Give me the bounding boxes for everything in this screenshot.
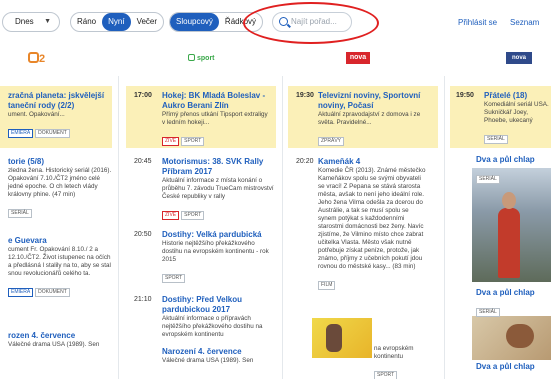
program-thumbnail[interactable]	[472, 168, 551, 282]
login-link[interactable]: Přihlásit se	[458, 18, 497, 27]
program-desc: Válečné drama USA (1989). Sen	[8, 341, 100, 348]
program-title: Hokej: BK Mladá Boleslav - Aukro Berani …	[162, 91, 266, 110]
program-desc: Válečné drama USA (1989). Sen	[162, 357, 254, 364]
search-placeholder: Najít pořad...	[291, 17, 337, 26]
tag-premiere: EMIÉRA	[8, 288, 34, 297]
program-thumbnail[interactable]	[312, 318, 372, 358]
program-desc: Komediální seriál USA. Sukničkář Joey, P…	[484, 101, 549, 124]
tag-sport: SPORT	[181, 211, 205, 220]
program-title: Televizní noviny, Sportovní noviny, Poča…	[318, 91, 421, 110]
program-item[interactable]: torie (5/8) zledna žena. Historický seri…	[0, 157, 112, 219]
toolbar: Dnes ▼ Ráno Nyní Večer Sloupcový Řádkový…	[0, 0, 551, 44]
tag-sport: SPORT	[374, 371, 398, 379]
nova-logo[interactable]: nova	[346, 52, 370, 64]
program-item[interactable]: Narození 4. července Válečné drama USA (…	[126, 347, 276, 365]
program-item[interactable]: 20:20 Kameňák 4 Komedie ČR (2013). Známé…	[288, 157, 438, 291]
program-title: e Guevara	[8, 236, 47, 245]
program-time: 21:10	[134, 296, 152, 303]
program-time: 17:00	[134, 92, 152, 99]
column-divider	[118, 76, 119, 379]
program-time: 20:20	[296, 158, 314, 165]
search-icon	[279, 17, 288, 26]
program-time: 20:50	[134, 231, 152, 238]
program-item[interactable]: 19:30 Televizní noviny, Sportovní noviny…	[288, 86, 438, 148]
tag-series: SERIÁL	[476, 175, 500, 184]
program-time: 20:45	[134, 158, 152, 165]
program-desc: cument Fr. Opakování 8.10./ 2 a 12.10./Č…	[8, 246, 111, 277]
chevron-down-icon: ▼	[44, 18, 51, 25]
program-time: 19:30	[296, 92, 314, 99]
tag-document: DOKUMENT	[35, 288, 70, 297]
day-select-label: Dnes	[15, 17, 34, 26]
program-desc: Aktuální informace z místa konání o průb…	[162, 177, 274, 200]
program-desc: Aktuální zpravodajství z domova i ze svě…	[318, 111, 421, 126]
tag-live: ŽIVĚ	[162, 137, 180, 146]
time-option-evening[interactable]: Večer	[131, 13, 163, 31]
program-title: Dva a půl chlap	[476, 362, 535, 371]
program-title: Narození 4. července	[162, 347, 242, 356]
program-title: Dva a půl chlap	[476, 155, 535, 164]
ct2-logo[interactable]: 2	[28, 52, 54, 65]
program-item[interactable]: e Guevara cument Fr. Opakování 8.10./ 2 …	[0, 236, 112, 298]
tag-film: FILM	[318, 281, 336, 290]
program-item[interactable]: 21:10 Dostihy: Před Velkou pardubickou 2…	[126, 295, 276, 339]
tag-live: ŽIVĚ	[162, 211, 180, 220]
tag-sport: SPORT	[181, 137, 205, 146]
program-thumbnail[interactable]	[472, 316, 551, 360]
program-item[interactable]: Dva a půl chlap	[476, 362, 551, 372]
program-item[interactable]: 17:00 Hokej: BK Mladá Boleslav - Aukro B…	[126, 86, 276, 148]
program-time: 19:50	[456, 92, 474, 99]
program-item[interactable]: Dva a půl chlap SERIÁL	[476, 155, 551, 185]
program-title: torie (5/8)	[8, 157, 45, 166]
program-item[interactable]: 20:50 Dostihy: Velká pardubická Historie…	[126, 230, 276, 284]
tag-series: SERIÁL	[476, 308, 500, 317]
program-desc: zledna žena. Historický seriál (2016). O…	[8, 167, 112, 198]
program-title: Přátelé (18)	[484, 91, 528, 100]
nova-series-logo[interactable]: nova	[506, 52, 532, 64]
tag-series: SERIÁL	[484, 135, 508, 144]
program-item[interactable]: 20:45 Motorismus: 38. SVK Rally Příbram …	[126, 157, 276, 221]
view-switch: Sloupcový Řádkový	[169, 12, 263, 32]
program-item[interactable]: na evropském kontinentu SPORT	[374, 345, 444, 379]
program-item[interactable]: zračná planeta: jskvělejší taneční rody …	[0, 86, 112, 148]
program-title: Motorismus: 38. SVK Rally Příbram 2017	[162, 157, 264, 176]
program-title: rozen 4. července	[8, 331, 76, 340]
program-item[interactable]: 19:50 Přátelé (18) Komediální seriál USA…	[450, 86, 551, 148]
day-select[interactable]: Dnes ▼	[2, 12, 60, 32]
view-option-columns[interactable]: Sloupcový	[170, 13, 219, 31]
column-divider	[282, 76, 283, 379]
program-item[interactable]: Dva a půl chlap SERIÁL	[476, 288, 551, 318]
search-input[interactable]: Najít pořad...	[272, 12, 352, 32]
program-desc: na evropském kontinentu	[374, 345, 414, 360]
seznam-link[interactable]: Seznam	[510, 18, 539, 27]
program-desc: Historie nejtěžšího překážkového dostihu…	[162, 240, 269, 263]
program-desc: Aktuální informace o přípravách nejtěžší…	[162, 315, 263, 338]
program-title: zračná planeta: jskvělejší taneční rody …	[8, 91, 105, 110]
program-desc: ument. Opakování...	[8, 111, 65, 118]
tag-document: DOKUMENT	[35, 129, 70, 138]
column-divider	[444, 76, 445, 379]
time-switch: Ráno Nyní Večer	[70, 12, 164, 32]
tag-series: SERIÁL	[8, 209, 32, 218]
time-option-morning[interactable]: Ráno	[71, 13, 102, 31]
program-title: Kameňák 4	[318, 157, 361, 166]
tag-sport: SPORT	[162, 274, 186, 283]
channel-logos: 2 sport nova nova	[0, 40, 551, 76]
program-title: Dva a půl chlap	[476, 288, 535, 297]
program-title: Dostihy: Velká pardubická	[162, 230, 262, 239]
program-desc: Komedie ČR (2013). Známé městečko Kameňá…	[318, 167, 426, 270]
time-option-now[interactable]: Nyní	[102, 13, 131, 31]
program-item[interactable]: rozen 4. července Válečné drama USA (198…	[0, 331, 112, 349]
program-title: Dostihy: Před Velkou pardubickou 2017	[162, 295, 243, 314]
view-option-rows[interactable]: Řádkový	[219, 13, 262, 31]
tag-premiere: EMIÉRA	[8, 129, 34, 138]
ctsport-logo[interactable]: sport	[188, 54, 215, 62]
program-desc: Přímý přenos utkání Tipsport extraligy v…	[162, 111, 268, 126]
tag-news: ZPRÁVY	[318, 137, 345, 146]
